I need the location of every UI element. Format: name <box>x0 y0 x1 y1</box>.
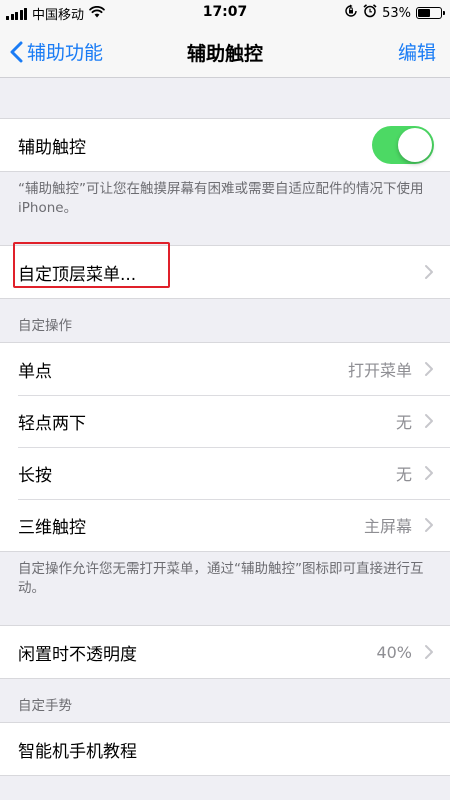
assistive-touch-label: 辅助触控 <box>18 137 86 158</box>
custom-actions-footnote: 自定操作允许您无需打开菜单，通过“辅助触控”图标即可直接进行互动。 <box>18 561 424 596</box>
battery-percent: 53% <box>382 5 411 21</box>
gesture-label: 智能机手机教程 <box>18 741 137 762</box>
customize-top-menu-label: 自定顶层菜单... <box>18 264 137 285</box>
navigation-bar: 辅助功能 辅助触控 编辑 <box>0 26 450 78</box>
orientation-lock-icon <box>344 4 358 22</box>
idle-opacity-row[interactable]: 闲置时不透明度 40% <box>0 626 450 678</box>
chevron-right-icon <box>425 466 433 480</box>
action-label: 轻点两下 <box>18 413 86 434</box>
assistive-touch-group: 辅助触控 <box>0 118 450 172</box>
idle-opacity-label: 闲置时不透明度 <box>18 644 137 665</box>
assistive-touch-row: 辅助触控 <box>0 119 450 171</box>
action-value: 无 <box>395 413 412 432</box>
custom-actions-group: 单点 打开菜单 轻点两下 无 长按 无 三维触控 主屏幕 <box>0 342 450 552</box>
battery-level <box>418 9 430 17</box>
chevron-right-icon <box>425 414 433 428</box>
action-label: 长按 <box>18 465 52 486</box>
action-value: 打开菜单 <box>347 361 412 380</box>
page-title: 辅助触控 <box>186 43 263 65</box>
status-bar: 中国移动 17:07 53% <box>0 0 450 26</box>
idle-opacity-group: 闲置时不透明度 40% <box>0 625 450 679</box>
toggle-knob <box>398 128 432 162</box>
custom-gestures-header: 自定手势 <box>18 698 72 714</box>
chevron-right-icon <box>425 518 433 532</box>
assistive-touch-toggle[interactable] <box>372 126 434 164</box>
action-label: 三维触控 <box>18 517 86 538</box>
action-label: 单点 <box>18 361 52 382</box>
action-row-long-press[interactable]: 长按 无 <box>0 447 450 499</box>
status-right: 53% <box>344 4 445 22</box>
custom-gestures-group: 智能机手机教程 <box>0 722 450 776</box>
action-value: 无 <box>395 465 412 484</box>
edit-button[interactable]: 编辑 <box>398 38 436 65</box>
assistive-touch-footnote: “辅助触控”可让您在触摸屏幕有困难或需要自适应配件的情况下使用 iPhone。 <box>18 181 424 216</box>
chevron-right-icon <box>425 265 433 279</box>
idle-opacity-value: 40% <box>376 642 412 662</box>
gesture-row[interactable]: 智能机手机教程 <box>0 723 450 775</box>
custom-actions-header: 自定操作 <box>18 318 72 334</box>
action-row-3d-touch[interactable]: 三维触控 主屏幕 <box>0 499 450 551</box>
battery-icon <box>416 7 445 19</box>
alarm-icon <box>363 4 377 22</box>
action-row-single-tap[interactable]: 单点 打开菜单 <box>0 343 450 395</box>
action-value: 主屏幕 <box>363 517 412 536</box>
customize-top-menu-row[interactable]: 自定顶层菜单... <box>0 246 450 298</box>
action-row-double-tap[interactable]: 轻点两下 无 <box>0 395 450 447</box>
chevron-right-icon <box>425 645 433 659</box>
customize-menu-group: 自定顶层菜单... <box>0 245 450 299</box>
chevron-right-icon <box>425 362 433 376</box>
